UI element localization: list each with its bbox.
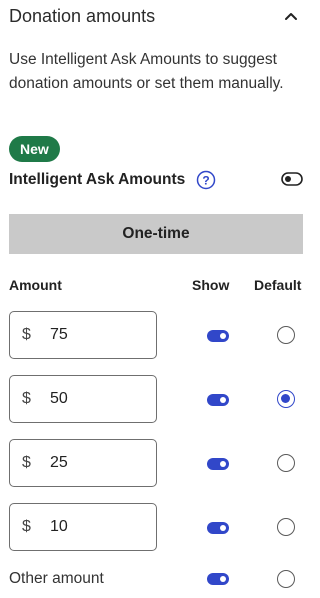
radio-dot bbox=[281, 394, 290, 403]
amount-value: 75 bbox=[50, 326, 68, 343]
intelligent-ask-toggle[interactable] bbox=[281, 172, 303, 186]
default-radio[interactable] bbox=[277, 570, 295, 588]
amount-input[interactable]: $ 10 bbox=[9, 503, 157, 551]
chevron-up-icon[interactable] bbox=[283, 8, 299, 24]
currency-symbol: $ bbox=[22, 390, 31, 407]
amount-row: $ 75 bbox=[9, 311, 305, 359]
column-header-amount: Amount bbox=[9, 277, 62, 293]
show-toggle[interactable] bbox=[207, 458, 229, 470]
toggle-knob bbox=[220, 461, 226, 467]
toggle-knob bbox=[220, 397, 226, 403]
toggle-knob bbox=[220, 525, 226, 531]
section-header: Donation amounts bbox=[9, 4, 305, 28]
intelligent-ask-row: Intelligent Ask Amounts ? bbox=[9, 168, 305, 192]
default-radio-selected[interactable] bbox=[277, 390, 295, 408]
column-header-default: Default bbox=[254, 277, 302, 293]
amount-row: $ 10 bbox=[9, 503, 305, 551]
section-title: Donation amounts bbox=[9, 6, 156, 26]
currency-symbol: $ bbox=[22, 518, 31, 535]
toggle-knob bbox=[220, 333, 226, 339]
amount-value: 50 bbox=[50, 390, 68, 407]
show-toggle[interactable] bbox=[207, 522, 229, 534]
show-toggle[interactable] bbox=[207, 394, 229, 406]
help-icon[interactable]: ? bbox=[196, 170, 216, 190]
amount-value: 10 bbox=[50, 518, 68, 535]
amount-input[interactable]: $ 50 bbox=[9, 375, 157, 423]
show-toggle[interactable] bbox=[207, 330, 229, 342]
default-radio[interactable] bbox=[277, 326, 295, 344]
section-description: Use Intelligent Ask Amounts to suggest d… bbox=[9, 51, 284, 92]
default-radio[interactable] bbox=[277, 518, 295, 536]
amount-value: 25 bbox=[50, 454, 68, 471]
column-header-show: Show bbox=[192, 277, 230, 293]
toggle-knob bbox=[220, 576, 226, 582]
show-toggle[interactable] bbox=[207, 573, 229, 585]
amount-row: $ 50 bbox=[9, 375, 305, 423]
currency-symbol: $ bbox=[22, 326, 31, 343]
tab-one-time[interactable]: One-time bbox=[9, 214, 303, 254]
other-amount-label: Other amount bbox=[9, 570, 104, 587]
amount-input[interactable]: $ 75 bbox=[9, 311, 157, 359]
currency-symbol: $ bbox=[22, 454, 31, 471]
svg-text:?: ? bbox=[202, 174, 209, 188]
other-amount-row: Other amount bbox=[9, 567, 305, 591]
amount-input[interactable]: $ 25 bbox=[9, 439, 157, 487]
default-radio[interactable] bbox=[277, 454, 295, 472]
new-badge: New bbox=[9, 136, 60, 162]
amount-row: $ 25 bbox=[9, 439, 305, 487]
intelligent-ask-label: Intelligent Ask Amounts bbox=[9, 171, 186, 188]
